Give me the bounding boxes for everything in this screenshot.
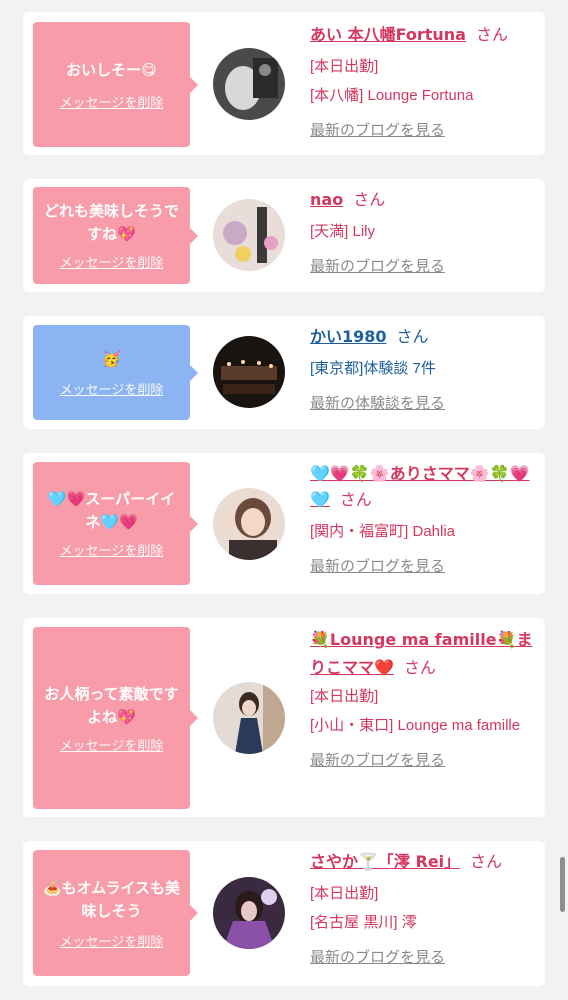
- shop-text: [本八幡] Lounge Fortuna: [310, 87, 474, 104]
- honorific: さん: [475, 25, 508, 44]
- honorific: さん: [396, 327, 429, 346]
- message-bubble: お人柄って素敵ですよね💖 メッセージを削除: [33, 627, 198, 809]
- delete-message-link[interactable]: メッセージを削除: [60, 735, 164, 754]
- honorific: さん: [339, 490, 372, 509]
- honorific: さん: [353, 190, 386, 209]
- message-bubble: 🥳 メッセージを削除: [33, 325, 198, 420]
- honorific: さん: [470, 852, 503, 871]
- delete-message-link[interactable]: メッセージを削除: [60, 540, 164, 559]
- status-text: [本日出勤]: [310, 885, 379, 902]
- view-blog-link[interactable]: 最新のブログを見る: [310, 945, 538, 969]
- user-name-link[interactable]: nao: [310, 190, 343, 209]
- view-blog-link[interactable]: 最新のブログを見る: [310, 118, 538, 142]
- delete-message-link[interactable]: メッセージを削除: [60, 379, 164, 398]
- view-blog-link[interactable]: 最新のブログを見る: [310, 554, 538, 578]
- avatar[interactable]: [213, 877, 285, 949]
- message-text: おいしそー😋: [66, 60, 157, 79]
- review-count-text: [東京都]体験談 7件: [310, 360, 436, 377]
- message-card: どれも美味しそうですね💖 メッセージを削除 nao さん [天満] Lily 最新…: [23, 179, 545, 292]
- honorific: さん: [403, 658, 436, 677]
- shop-text: [小山・東口] Lounge ma famille: [310, 717, 521, 734]
- delete-message-link[interactable]: メッセージを削除: [60, 92, 164, 111]
- status-text: [本日出勤]: [310, 58, 379, 75]
- user-name-link[interactable]: かい1980: [310, 327, 387, 346]
- avatar[interactable]: [213, 336, 285, 408]
- message-text: 🥳: [102, 349, 121, 368]
- message-bubble: おいしそー😋 メッセージを削除: [33, 22, 198, 147]
- message-card: 🥳 メッセージを削除 かい1980 さん [東京都]体験談 7件 最新の体験談を見…: [23, 316, 545, 429]
- avatar[interactable]: [213, 682, 285, 754]
- delete-message-link[interactable]: メッセージを削除: [60, 252, 164, 271]
- shop-text: [天満] Lily: [310, 223, 376, 240]
- message-card: おいしそー😋 メッセージを削除 あい 本八幡Fortuna さん [本日出勤] […: [23, 12, 545, 155]
- status-text: [本日出勤]: [310, 688, 379, 705]
- view-blog-link[interactable]: 最新のブログを見る: [310, 254, 538, 278]
- message-text: 🩵💗スーパーイイネ🩵💗: [47, 490, 176, 531]
- message-bubble: 🍝もオムライスも美味しそう メッセージを削除: [33, 850, 198, 976]
- message-bubble: どれも美味しそうですね💖 メッセージを削除: [33, 187, 198, 284]
- view-review-link[interactable]: 最新の体験談を見る: [310, 391, 538, 415]
- user-name-link[interactable]: さやか🍸「澪 Rei」: [310, 852, 460, 871]
- shop-text: [関内・福富町] Dahlia: [310, 523, 456, 540]
- message-text: 🍝もオムライスも美味しそう: [42, 878, 181, 920]
- message-card: お人柄って素敵ですよね💖 メッセージを削除 💐Lounge ma famille…: [23, 618, 545, 817]
- message-text: お人柄って素敵ですよね💖: [44, 684, 179, 726]
- scrollbar[interactable]: [560, 857, 565, 912]
- avatar[interactable]: [213, 488, 285, 560]
- avatar[interactable]: [213, 199, 285, 271]
- message-card: 🩵💗スーパーイイネ🩵💗 メッセージを削除 🩵💗🍀🌸ありさママ🌸🍀💗🩵 さん [関内…: [23, 453, 545, 594]
- delete-message-link[interactable]: メッセージを削除: [60, 931, 164, 950]
- message-bubble: 🩵💗スーパーイイネ🩵💗 メッセージを削除: [33, 462, 198, 585]
- shop-text: [名古屋 黒川] 澪: [310, 914, 417, 931]
- avatar[interactable]: [213, 48, 285, 120]
- message-card: 🍝もオムライスも美味しそう メッセージを削除 さやか🍸「澪 Rei」 さん [本日…: [23, 841, 545, 986]
- user-name-link[interactable]: あい 本八幡Fortuna: [310, 25, 466, 44]
- view-blog-link[interactable]: 最新のブログを見る: [310, 748, 538, 772]
- message-text: どれも美味しそうですね💖: [43, 202, 179, 243]
